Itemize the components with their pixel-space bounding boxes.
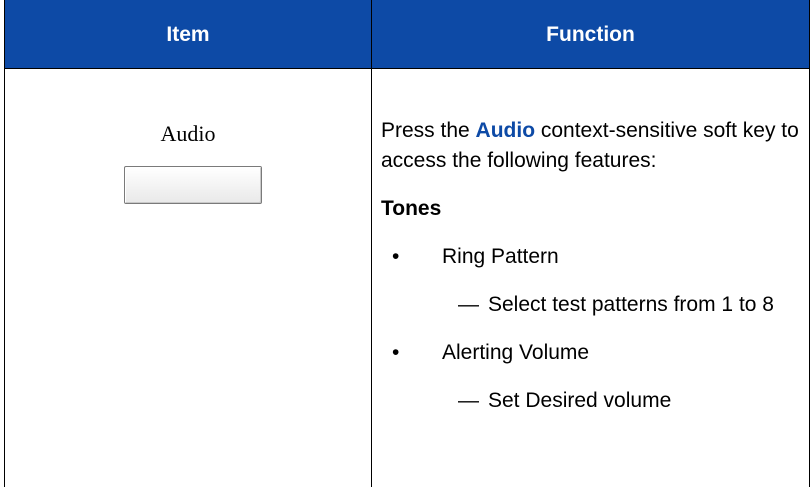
bullet-text: Ring Pattern	[442, 245, 559, 268]
function-description: Press the Audio context-sensitive soft k…	[381, 116, 801, 416]
list-item: • Alerting Volume	[381, 338, 801, 368]
function-column-header: Function	[546, 23, 635, 46]
intro-text-start: Press the	[381, 119, 476, 142]
intro-paragraph: Press the Audio context-sensitive soft k…	[381, 116, 801, 176]
dash-marker: —	[458, 389, 479, 412]
sub-list-item: — Select test patterns from 1 to 8	[381, 290, 801, 320]
section-title: Tones	[381, 197, 442, 220]
list-item: • Ring Pattern	[381, 242, 801, 272]
item-column-header: Item	[166, 23, 210, 46]
audio-keyword: Audio	[475, 119, 536, 142]
sub-item-text: Set Desired volume	[488, 389, 672, 412]
bullet-marker: •	[392, 341, 400, 364]
bullet-text: Alerting Volume	[442, 341, 590, 364]
audio-softkey-image	[124, 166, 262, 204]
sub-item-text: Select test patterns from 1 to 8	[488, 293, 774, 316]
dash-marker: —	[458, 293, 479, 316]
bullet-marker: •	[392, 245, 400, 268]
feature-table: Item Function Audio Press the Audio cont…	[4, 0, 810, 487]
table-header: Item Function	[5, 0, 809, 69]
column-divider	[371, 0, 372, 487]
sub-list-item: — Set Desired volume	[381, 386, 801, 416]
audio-softkey-label: Audio	[160, 121, 216, 146]
